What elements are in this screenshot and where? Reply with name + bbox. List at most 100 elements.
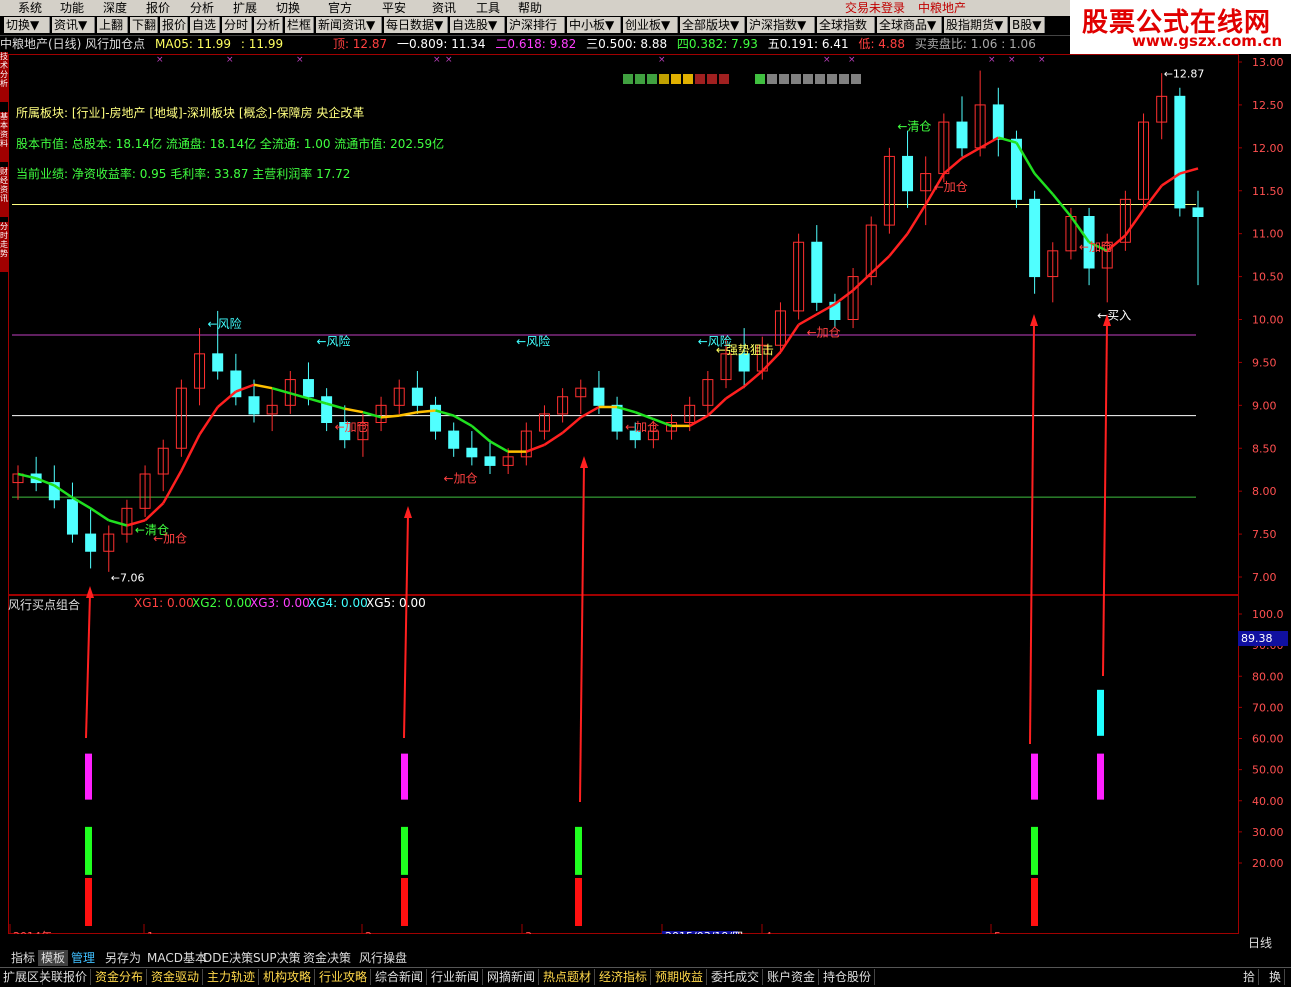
menu-item-6[interactable]: 切换 <box>276 0 300 16</box>
menu-item-2[interactable]: 深度 <box>103 0 127 16</box>
price-axis-label: 9.00 <box>1252 399 1277 412</box>
toolbar-button-14[interactable]: 创业板▼ <box>623 17 678 33</box>
function-tab-2[interactable]: 资金分布 <box>92 969 148 985</box>
toolbar-button-11[interactable]: 自选股▼ <box>450 17 505 33</box>
function-tab-6[interactable]: 行业攻略 <box>316 969 372 985</box>
toolbar-button-15[interactable]: 全部版块▼ <box>680 17 745 33</box>
period-label[interactable]: 日线 <box>1248 934 1272 951</box>
function-tab-14[interactable]: 账户资金 <box>764 969 820 985</box>
ma-line-segment <box>198 406 219 436</box>
menu-item-7[interactable]: 官方 <box>328 0 352 16</box>
ma-value: : 11.99 <box>240 37 284 51</box>
performance-info: 当前业绩: 净资收益率: 0.95 毛利率: 33.87 主营利润率 17.72 <box>16 167 351 181</box>
bottom-tab-2[interactable]: 管理 <box>68 950 98 966</box>
signal-bar-green <box>575 826 582 875</box>
bottom-tab-1[interactable]: 模板 <box>38 950 69 966</box>
toolbar-button-9[interactable]: 新闻资讯▼ <box>316 17 382 33</box>
toolbar-button-16[interactable]: 沪深指数▼ <box>747 17 815 33</box>
candle-body <box>430 404 442 432</box>
function-tab-11[interactable]: 经济指标 <box>596 969 652 985</box>
status-strip-cell <box>671 74 681 84</box>
bottom-tab-3[interactable]: 另存为 <box>102 950 144 966</box>
toolbar-button-0[interactable]: 切换▼ <box>4 17 50 33</box>
toolbar-button-4[interactable]: 报价 <box>160 17 188 33</box>
menu-item-8[interactable]: 平安 <box>382 0 406 16</box>
function-tab-3[interactable]: 资金驱动 <box>148 969 204 985</box>
bottom-tab-6[interactable]: SUP决策 <box>250 950 304 966</box>
menu-item-3[interactable]: 报价 <box>146 0 170 16</box>
bottom-right-a[interactable]: 拾 <box>1240 969 1260 985</box>
chart-annotation-risk: ←风险 <box>516 333 550 348</box>
toolbar-button-19[interactable]: 股指期货▼ <box>944 17 1008 33</box>
function-tab-5[interactable]: 机构攻略 <box>260 969 316 985</box>
bottom-right-b[interactable]: 换 <box>1266 969 1286 985</box>
fib-level-5: 五0.191: 6.41 <box>767 37 849 51</box>
function-tab-13[interactable]: 委托成交 <box>708 969 764 985</box>
candle-body <box>902 155 914 192</box>
toolbar-button-7[interactable]: 分析 <box>254 17 283 33</box>
function-tab-15[interactable]: 持仓股份 <box>820 969 876 985</box>
fib-level-3: 三0.500: 8.88 <box>586 37 668 51</box>
toolbar-button-10[interactable]: 每日数据▼ <box>384 17 448 33</box>
price-axis-label: 9.50 <box>1252 356 1277 369</box>
toolbar-button-18[interactable]: 全球商品▼ <box>877 17 942 33</box>
menu-item-11[interactable]: 帮助 <box>518 0 542 16</box>
menu-item-10[interactable]: 工具 <box>476 0 500 16</box>
ma-line-segment <box>1124 208 1145 237</box>
status-strip-cell <box>647 74 657 84</box>
left-tab-1[interactable]: 基本资料 <box>0 112 8 162</box>
sector-info: 所属板块: [行业]-房地产 [地域]-深圳板块 [概念]-保障房 央企改革 <box>16 106 365 120</box>
function-tab-9[interactable]: 网摘新闻 <box>484 969 540 985</box>
left-tab-3[interactable]: 分时走势 <box>0 222 8 272</box>
left-tab-2[interactable]: 财经资讯 <box>0 167 8 217</box>
menu-item-1[interactable]: 功能 <box>60 0 84 16</box>
kline-chart[interactable]: 13.00 12.50 12.00 11.50 11.00 10.50 10.00 9.50 9… <box>8 54 1291 934</box>
toolbar-button-1[interactable]: 资讯▼ <box>52 17 95 33</box>
function-tab-10[interactable]: 热点题材 <box>540 969 596 985</box>
function-tab-12[interactable]: 预期收益 <box>652 969 708 985</box>
price-axis-label: 8.50 <box>1252 442 1277 455</box>
chart-annotation-add: ←加仓 <box>335 420 369 434</box>
menu-item-5[interactable]: 扩展 <box>233 0 257 16</box>
ma05-value: MA05: 11.99 <box>155 37 232 51</box>
candle-body <box>66 499 78 535</box>
menu-item-0[interactable]: 系统 <box>18 0 42 16</box>
indicator-axis-label: 50.00 <box>1252 764 1284 777</box>
toolbar-button-12[interactable]: 沪深排行 <box>507 17 565 33</box>
ma-line-segment <box>906 203 927 235</box>
bottom-tab-5[interactable]: DDE决策 <box>200 950 256 966</box>
toolbar-button-2[interactable]: 上翻 <box>97 17 128 33</box>
price-axis-label: 11.00 <box>1252 228 1284 241</box>
chart-annotation-clear: ←清仓 <box>897 120 931 134</box>
toolbar-button-6[interactable]: 分时 <box>222 17 252 33</box>
status-strip-cell <box>803 74 813 84</box>
ma-line-segment <box>725 385 745 400</box>
indicator-panel-frame <box>8 595 1239 934</box>
toolbar-button-17[interactable]: 全球指数 <box>817 17 875 33</box>
bottom-tab-8[interactable]: 风行操盘 <box>356 950 410 966</box>
candle-body <box>411 387 423 406</box>
menu-item-9[interactable]: 资讯 <box>432 0 456 16</box>
ma-line-segment <box>108 519 128 527</box>
fib-level-4: 四0.382: 7.93 <box>676 37 758 51</box>
chart-title: 中粮地产(日线) 风行加仓点 <box>0 37 146 51</box>
status-strip-cell <box>851 74 861 84</box>
ma-line-segment <box>743 370 764 388</box>
toolbar-button-5[interactable]: 自选 <box>190 17 220 33</box>
menu-item-4[interactable]: 分析 <box>190 0 214 16</box>
function-tab-8[interactable]: 行业新闻 <box>428 969 484 985</box>
function-tab-7[interactable]: 综合新闻 <box>372 969 428 985</box>
toolbar-button-20[interactable]: B股▼ <box>1010 17 1045 33</box>
candle-body <box>1029 198 1041 278</box>
function-tab-4[interactable]: 主力轨迹 <box>204 969 260 985</box>
toolbar-button-3[interactable]: 下翻 <box>130 17 158 33</box>
bottom-tab-7[interactable]: 资金决策 <box>300 950 354 966</box>
fib-level-2: 二0.618: 9.82 <box>495 37 577 51</box>
left-tab-0[interactable]: 技术分析 <box>0 52 8 102</box>
function-tab-1[interactable]: 关联报价 <box>36 969 92 985</box>
ma-line-segment <box>689 414 709 428</box>
bottom-tab-0[interactable]: 指标 <box>8 950 38 966</box>
candle-body <box>85 533 97 552</box>
toolbar-button-8[interactable]: 栏框 <box>285 17 314 33</box>
toolbar-button-13[interactable]: 中小板▼ <box>567 17 621 33</box>
